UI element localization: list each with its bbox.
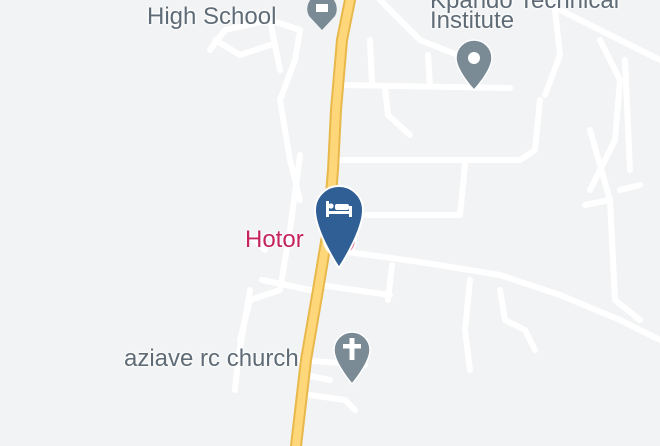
technical-institute-label[interactable]: Institute xyxy=(430,8,514,34)
map-canvas[interactable]: Kpando Technical High School Institute H… xyxy=(0,0,660,446)
hotel-label[interactable]: Hotor xyxy=(245,227,304,253)
church-label[interactable]: aziave rc church xyxy=(124,346,299,372)
road-network xyxy=(207,0,660,446)
high-school-label[interactable]: High School xyxy=(147,4,276,30)
